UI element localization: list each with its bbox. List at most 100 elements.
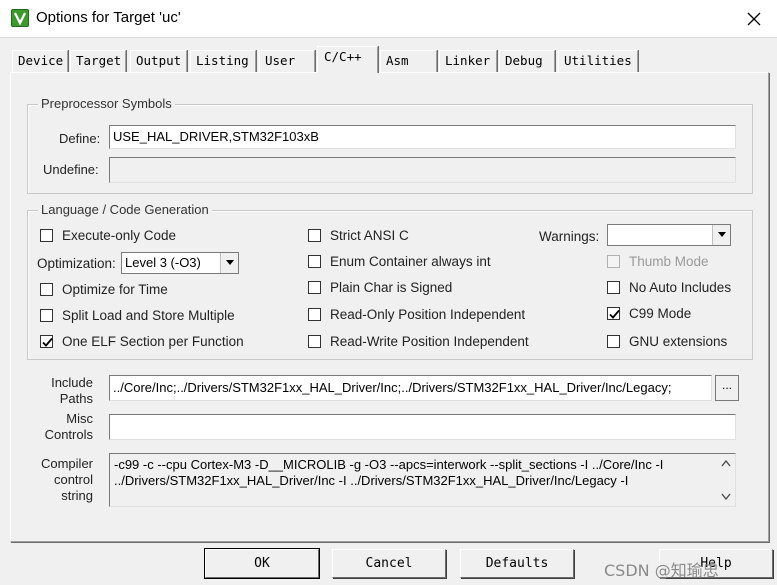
checkbox-box	[607, 255, 620, 268]
title-bar: Options for Target 'uc'	[0, 0, 777, 38]
tab-label: Linker	[445, 53, 491, 68]
checkbox-label: Read-Write Position Independent	[330, 334, 529, 349]
tab-user[interactable]: User	[259, 50, 315, 72]
checkbox-box	[308, 281, 321, 294]
checkbox-box	[607, 307, 620, 320]
label-line: Paths	[59, 391, 93, 406]
checkbox-label: Thumb Mode	[629, 254, 709, 269]
chevron-down-icon	[721, 493, 731, 500]
optimize-time-checkbox[interactable]: Optimize for Time	[40, 282, 168, 297]
tab-debug[interactable]: Debug	[499, 50, 555, 72]
one-elf-checkbox[interactable]: One ELF Section per Function	[40, 334, 244, 349]
undefine-label: Undefine:	[43, 162, 99, 177]
cancel-button[interactable]: Cancel	[332, 549, 446, 578]
optimization-label: Optimization:	[37, 256, 116, 271]
checkbox-label: C99 Mode	[629, 306, 692, 321]
checkbox-box	[308, 229, 321, 242]
tab-c-cpp[interactable]: C/C++	[317, 46, 378, 73]
checkbox-label: No Auto Includes	[629, 280, 732, 295]
checkbox-label: Split Load and Store Multiple	[62, 308, 235, 323]
checkbox-box	[308, 308, 321, 321]
tab-label: Listing	[196, 53, 249, 68]
tab-device[interactable]: Device	[12, 50, 68, 72]
define-label: Define:	[59, 131, 101, 146]
checkbox-box	[40, 229, 53, 242]
ro-position-checkbox[interactable]: Read-Only Position Independent	[308, 307, 525, 322]
tab-label: Debug	[505, 53, 543, 68]
tab-listing[interactable]: Listing	[190, 50, 256, 72]
tab-label: Device	[18, 53, 64, 68]
defaults-button[interactable]: Defaults	[460, 549, 574, 578]
thumb-mode-checkbox: Thumb Mode	[607, 254, 709, 269]
tab-label: Asm	[386, 53, 409, 68]
checkbox-box	[607, 281, 620, 294]
misc-controls-input[interactable]	[109, 414, 736, 440]
execute-only-checkbox[interactable]: Execute-only Code	[40, 228, 176, 243]
strict-ansi-checkbox[interactable]: Strict ANSI C	[308, 228, 409, 243]
watermark: CSDN @知瑜忠	[604, 561, 719, 580]
include-browse-button[interactable]: ...	[715, 375, 739, 401]
warnings-select[interactable]	[607, 224, 731, 246]
tab-strip: Device Target Output Listing User C/C++ …	[0, 44, 777, 74]
optimization-select[interactable]: Level 3 (-O3)	[121, 252, 239, 274]
plain-char-checkbox[interactable]: Plain Char is Signed	[308, 280, 452, 295]
rw-position-checkbox[interactable]: Read-Write Position Independent	[308, 334, 529, 349]
checkbox-label: Read-Only Position Independent	[330, 307, 526, 322]
misc-controls-label: Misc Controls	[40, 411, 93, 443]
include-paths-label: Include Paths	[40, 375, 93, 407]
tab-label: Target	[76, 53, 122, 68]
checkmark-icon	[42, 337, 53, 347]
checkbox-box	[40, 335, 53, 348]
label-line: string	[61, 488, 93, 503]
tab-utilities[interactable]: Utilities	[558, 50, 638, 72]
close-icon[interactable]	[731, 0, 777, 38]
ok-button[interactable]: OK	[204, 548, 320, 579]
split-load-checkbox[interactable]: Split Load and Store Multiple	[40, 308, 235, 323]
compiler-string-line: -c99 -c --cpu Cortex-M3 -D__MICROLIB -g …	[114, 457, 664, 472]
tab-label: User	[265, 53, 296, 68]
label-line: Compiler	[40, 456, 93, 471]
preprocessor-legend: Preprocessor Symbols	[38, 96, 175, 111]
undefine-input[interactable]	[109, 157, 736, 183]
checkbox-label: Optimize for Time	[62, 282, 168, 297]
checkbox-label: GNU extensions	[629, 334, 728, 349]
checkbox-label: One ELF Section per Function	[62, 334, 244, 349]
checkbox-label: Plain Char is Signed	[330, 280, 453, 295]
chevron-down-icon[interactable]	[712, 225, 730, 245]
warnings-label: Warnings:	[539, 229, 600, 244]
no-auto-includes-checkbox[interactable]: No Auto Includes	[607, 280, 731, 295]
compiler-control-label: Compiler control string	[38, 456, 93, 504]
checkbox-box	[607, 335, 620, 348]
checkbox-label: Enum Container always int	[330, 254, 491, 269]
checkbox-box	[40, 283, 53, 296]
keil-uvision-icon	[11, 9, 29, 27]
label-line: Controls	[44, 427, 93, 442]
enum-container-checkbox[interactable]: Enum Container always int	[308, 254, 491, 269]
define-input[interactable]: USE_HAL_DRIVER,STM32F103xB	[109, 125, 736, 149]
tab-label: C/C++	[324, 49, 362, 64]
tab-linker[interactable]: Linker	[439, 50, 497, 72]
chevron-up-icon	[721, 460, 731, 467]
vertical-scrollbar[interactable]	[717, 454, 735, 506]
checkbox-box	[308, 255, 321, 268]
checkbox-label: Strict ANSI C	[330, 228, 409, 243]
c99-mode-checkbox[interactable]: C99 Mode	[607, 306, 691, 321]
tab-asm[interactable]: Asm	[380, 50, 437, 72]
checkbox-box	[40, 309, 53, 322]
tab-label: Utilities	[564, 53, 632, 68]
tab-output[interactable]: Output	[130, 50, 187, 72]
tab-label: Output	[136, 53, 182, 68]
gnu-extensions-checkbox[interactable]: GNU extensions	[607, 334, 727, 349]
window-title: Options for Target 'uc'	[36, 9, 181, 26]
optimization-value: Level 3 (-O3)	[125, 255, 201, 270]
checkbox-label: Execute-only Code	[62, 228, 177, 243]
include-paths-input[interactable]: ../Core/Inc;../Drivers/STM32F1xx_HAL_Dri…	[109, 375, 712, 401]
checkbox-box	[308, 335, 321, 348]
label-line: control	[53, 472, 93, 487]
compiler-control-string[interactable]: -c99 -c --cpu Cortex-M3 -D__MICROLIB -g …	[109, 453, 736, 507]
chevron-down-icon[interactable]	[220, 253, 238, 273]
compiler-string-line: ../Drivers/STM32F1xx_HAL_Driver/Inc -I .…	[114, 473, 629, 488]
tab-target[interactable]: Target	[70, 50, 126, 72]
label-line: Include	[51, 375, 93, 390]
checkmark-icon	[609, 309, 620, 319]
